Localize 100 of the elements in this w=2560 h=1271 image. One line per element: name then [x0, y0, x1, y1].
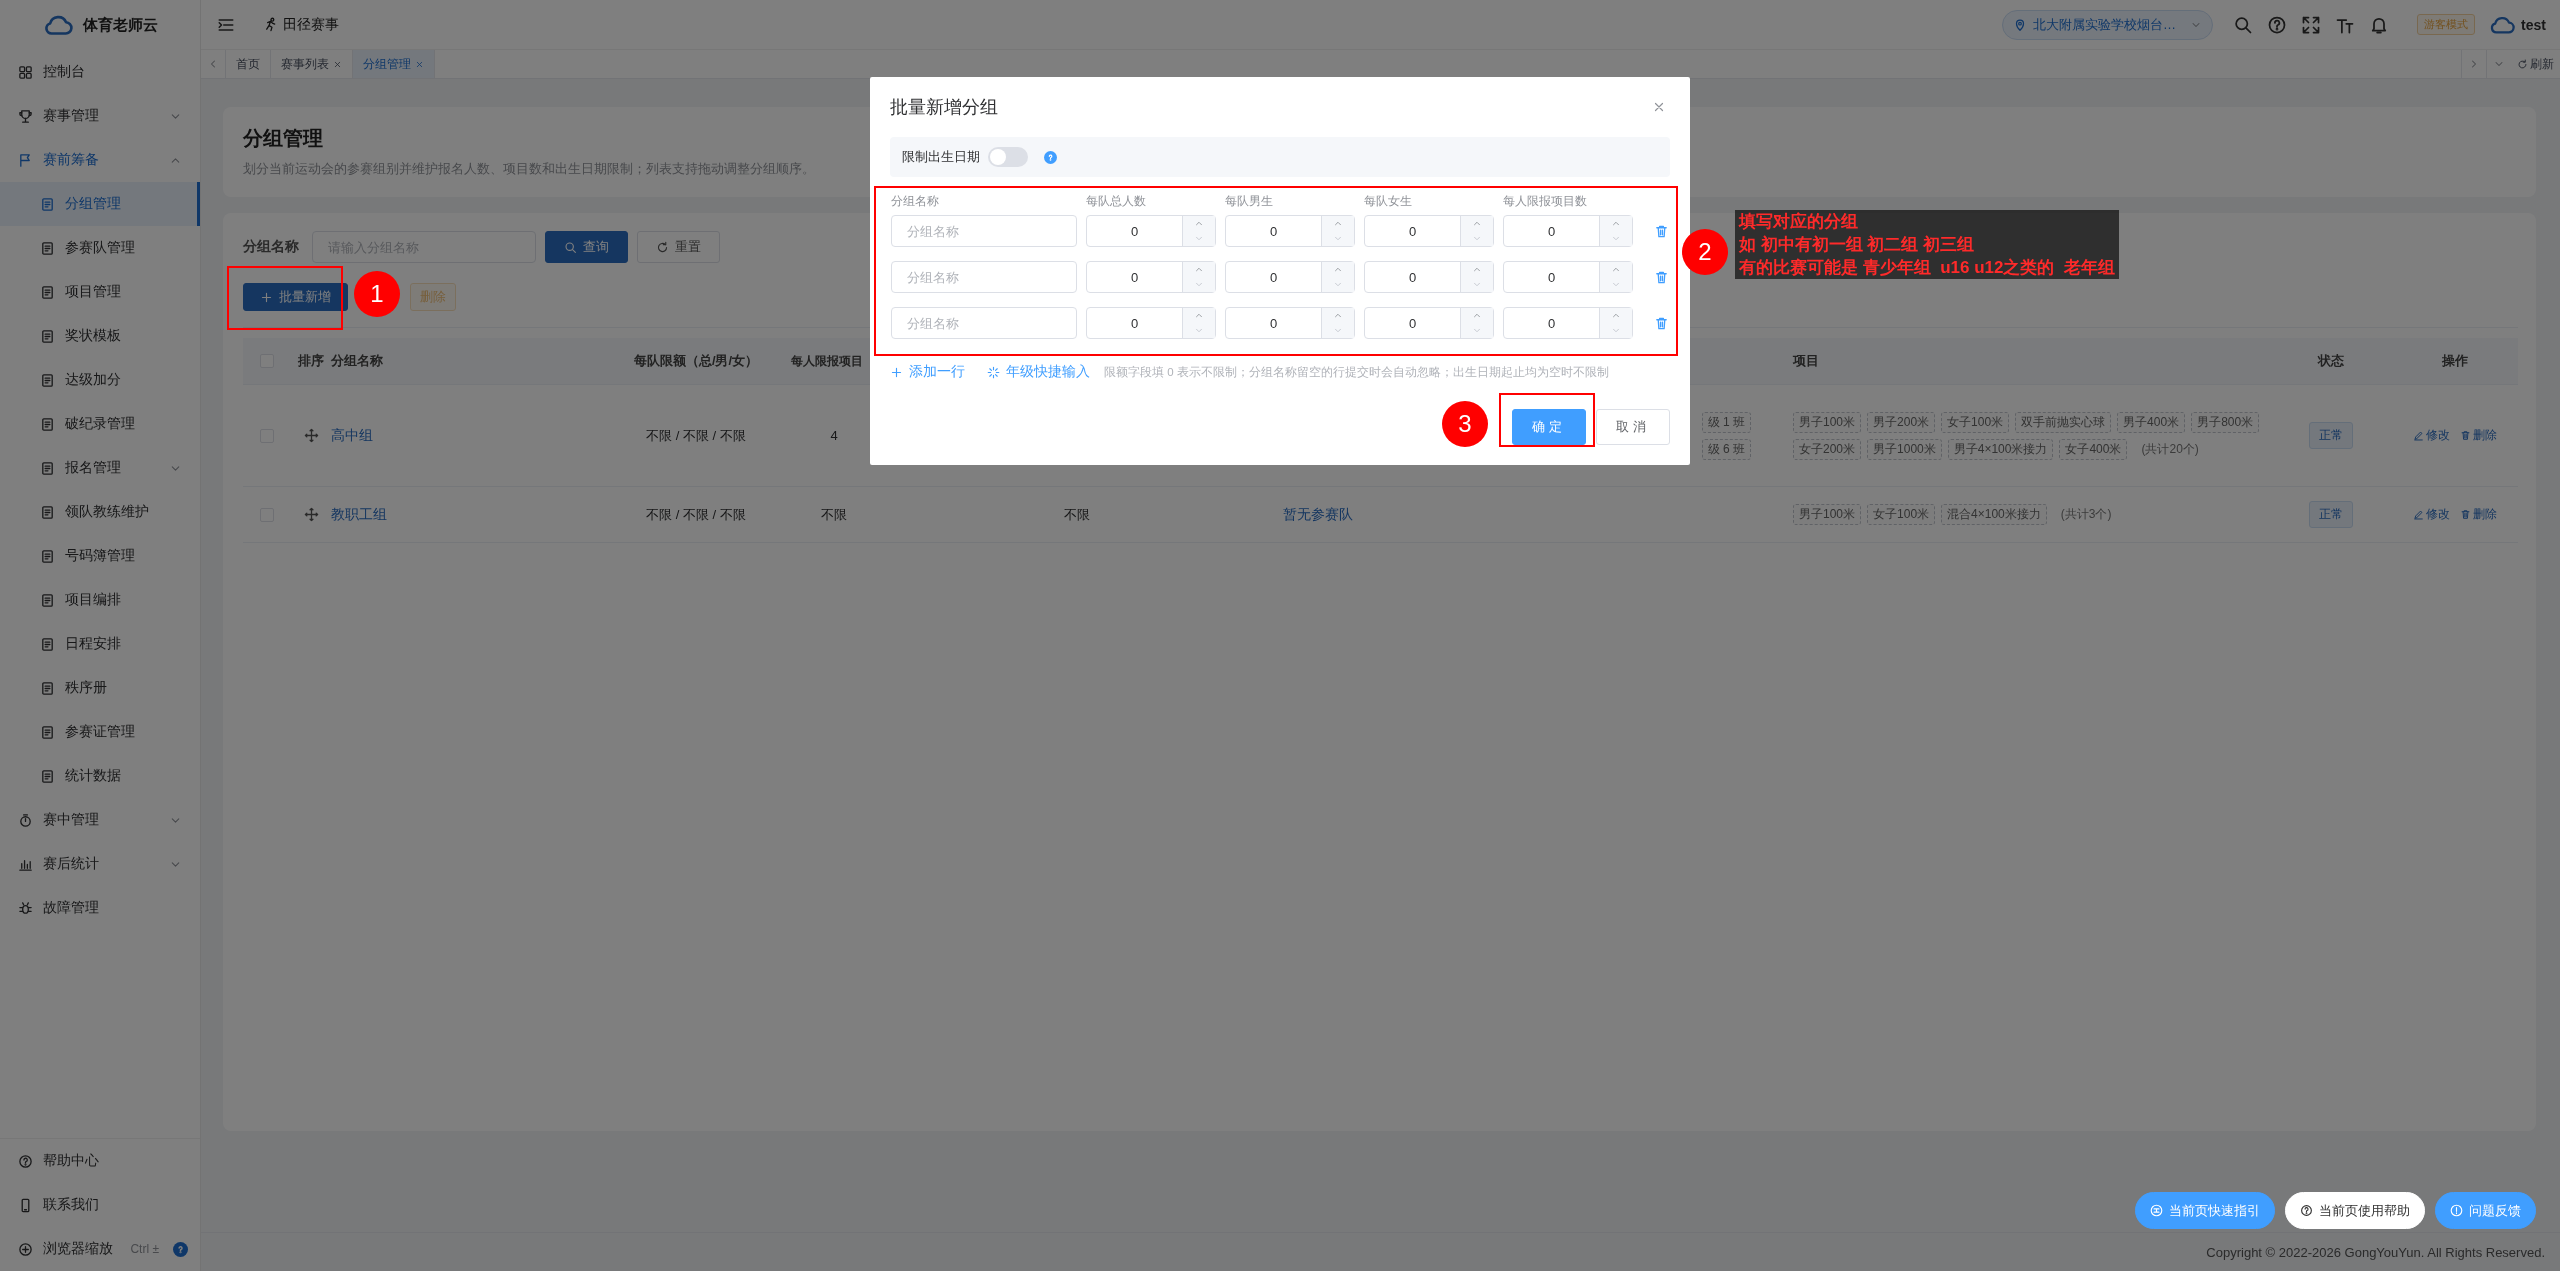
delete-link[interactable]: 删除 — [2459, 427, 2497, 444]
number-field[interactable]: 0 — [1225, 215, 1355, 247]
section-link[interactable]: 田径赛事 — [263, 15, 339, 34]
table-cell: 不限 — [1064, 505, 1090, 524]
menu-item[interactable]: 项目编排 — [0, 578, 200, 622]
close-icon[interactable] — [415, 59, 424, 69]
fullscreen-icon[interactable] — [2301, 14, 2322, 35]
number-field[interactable]: 0 — [1364, 261, 1494, 293]
trash-icon[interactable] — [1654, 315, 1669, 331]
reset-button[interactable]: 重置 — [637, 231, 720, 263]
add-row-link[interactable]: 添加一行 — [890, 363, 965, 381]
menu-item[interactable]: 报名管理 — [0, 446, 200, 490]
search-button[interactable]: 查询 — [545, 231, 628, 263]
team-link[interactable]: 暂无参赛队 — [1283, 505, 1353, 524]
delete-link[interactable]: 删除 — [2459, 506, 2497, 523]
number-field[interactable]: 0 — [1225, 307, 1355, 339]
name-field[interactable]: 分组名称 — [891, 261, 1077, 293]
grade-input-link[interactable]: 年级快捷输入 — [987, 363, 1090, 381]
drag-handle-icon[interactable] — [303, 507, 319, 522]
number-field[interactable]: 0 — [1225, 261, 1355, 293]
plus-icon — [260, 290, 273, 304]
edit-link[interactable]: 修改 — [2412, 427, 2450, 444]
event-tag: 男子100米 — [1793, 504, 1862, 525]
cancel-button[interactable]: 取消 — [1596, 409, 1670, 445]
school-select[interactable]: 北大附属实验学校烟台… — [2002, 9, 2214, 40]
event-tag: 男子1000米 — [1867, 438, 1942, 460]
toggle-switch[interactable] — [988, 147, 1028, 167]
menu-item[interactable]: 故障管理 — [0, 886, 200, 930]
column-header: 每队女生 — [1364, 193, 1413, 210]
document-icon — [40, 240, 55, 256]
menu-item[interactable]: 分组管理 — [0, 182, 200, 226]
menu-item[interactable]: 参赛证管理 — [0, 710, 200, 754]
trash-icon[interactable] — [1654, 269, 1669, 285]
menu-item[interactable]: 统计数据 — [0, 754, 200, 798]
menu-item[interactable]: 赛后统计 — [0, 842, 200, 886]
menu-item[interactable]: 奖状模板 — [0, 314, 200, 358]
menu-item[interactable]: 参赛队管理 — [0, 226, 200, 270]
search-icon[interactable] — [2233, 14, 2254, 35]
class-tag: 级 1 班 — [1701, 411, 1751, 433]
menu-item[interactable]: 赛前筹备 — [0, 138, 200, 182]
number-field[interactable]: 0 — [1503, 261, 1633, 293]
menu-item[interactable]: 联系我们 — [0, 1183, 200, 1227]
class-tag: 级 6 班 — [1701, 438, 1751, 460]
number-field[interactable]: 0 — [1086, 307, 1216, 339]
help-button[interactable]: 当前页使用帮助 — [2285, 1192, 2425, 1229]
group-name-link[interactable]: 高中组 — [331, 426, 373, 445]
document-icon — [40, 196, 55, 212]
menu-item[interactable]: 达级加分 — [0, 358, 200, 402]
help-icon — [2300, 1204, 2313, 1217]
number-field[interactable]: 0 — [1364, 307, 1494, 339]
close-icon[interactable] — [1652, 100, 1666, 114]
drag-handle-icon[interactable] — [303, 428, 319, 443]
user-name[interactable]: test — [2521, 16, 2546, 33]
runner-icon — [263, 17, 278, 32]
grid-icon — [18, 64, 33, 80]
guide-icon — [2150, 1204, 2163, 1217]
edit-icon — [2412, 430, 2424, 441]
document-icon — [40, 548, 55, 564]
menu-item[interactable]: 号码簿管理 — [0, 534, 200, 578]
menu-item[interactable]: 日程安排 — [0, 622, 200, 666]
tab[interactable]: 首页 — [226, 50, 271, 78]
number-field[interactable]: 0 — [1503, 215, 1633, 247]
refresh-button[interactable]: 刷新 — [2511, 50, 2560, 78]
document-icon — [40, 636, 55, 652]
help-icon[interactable] — [1044, 150, 1057, 164]
event-tag: 男子800米 — [2191, 411, 2260, 433]
menu-item[interactable]: 赛中管理 — [0, 798, 200, 842]
menu-item[interactable]: 项目管理 — [0, 270, 200, 314]
menu-item[interactable]: 破纪录管理 — [0, 402, 200, 446]
number-field[interactable]: 0 — [1086, 215, 1216, 247]
menu-item[interactable]: 秩序册 — [0, 666, 200, 710]
group-name-link[interactable]: 教职工组 — [331, 505, 387, 524]
annotation-text: 填写对应的分组 如 初中有初一组 初二组 初三组 有的比赛可能是 青少年组 u16 u12之类的 老年组 — [1735, 210, 2119, 279]
help-button[interactable]: 当前页快速指引 — [2135, 1192, 2275, 1229]
table-cell: 不限 / 不限 / 不限 — [646, 426, 746, 445]
menu-item[interactable]: 赛事管理 — [0, 94, 200, 138]
edit-link[interactable]: 修改 — [2412, 506, 2450, 523]
number-field[interactable]: 0 — [1086, 261, 1216, 293]
trash-icon — [2459, 509, 2471, 520]
menu-item[interactable]: 帮助中心 — [0, 1139, 200, 1183]
number-field[interactable]: 0 — [1364, 215, 1494, 247]
help-button[interactable]: 问题反馈 — [2435, 1192, 2536, 1229]
batch-add-button[interactable]: 批量新增 — [243, 283, 348, 311]
document-icon — [40, 416, 55, 432]
help-icon[interactable] — [173, 1241, 188, 1257]
menu-item[interactable]: 控制台 — [0, 50, 200, 94]
column-header: 操作 — [2441, 352, 2468, 370]
trash-icon[interactable] — [1654, 223, 1669, 239]
number-field[interactable]: 0 — [1503, 307, 1633, 339]
event-tag: 女子200米 — [1793, 438, 1862, 460]
close-icon[interactable] — [333, 59, 342, 69]
menu-item[interactable]: 领队教练维护 — [0, 490, 200, 534]
name-field[interactable]: 分组名称 — [891, 215, 1077, 247]
bug-icon — [18, 900, 33, 916]
confirm-button[interactable]: 确定 — [1512, 409, 1586, 445]
event-tag: 混合4×100米接力 — [1941, 504, 2047, 525]
help-icon[interactable] — [2267, 14, 2288, 35]
trophy-icon — [18, 108, 33, 124]
name-field[interactable]: 分组名称 — [891, 307, 1077, 339]
tab[interactable]: 分组管理 — [353, 50, 435, 78]
